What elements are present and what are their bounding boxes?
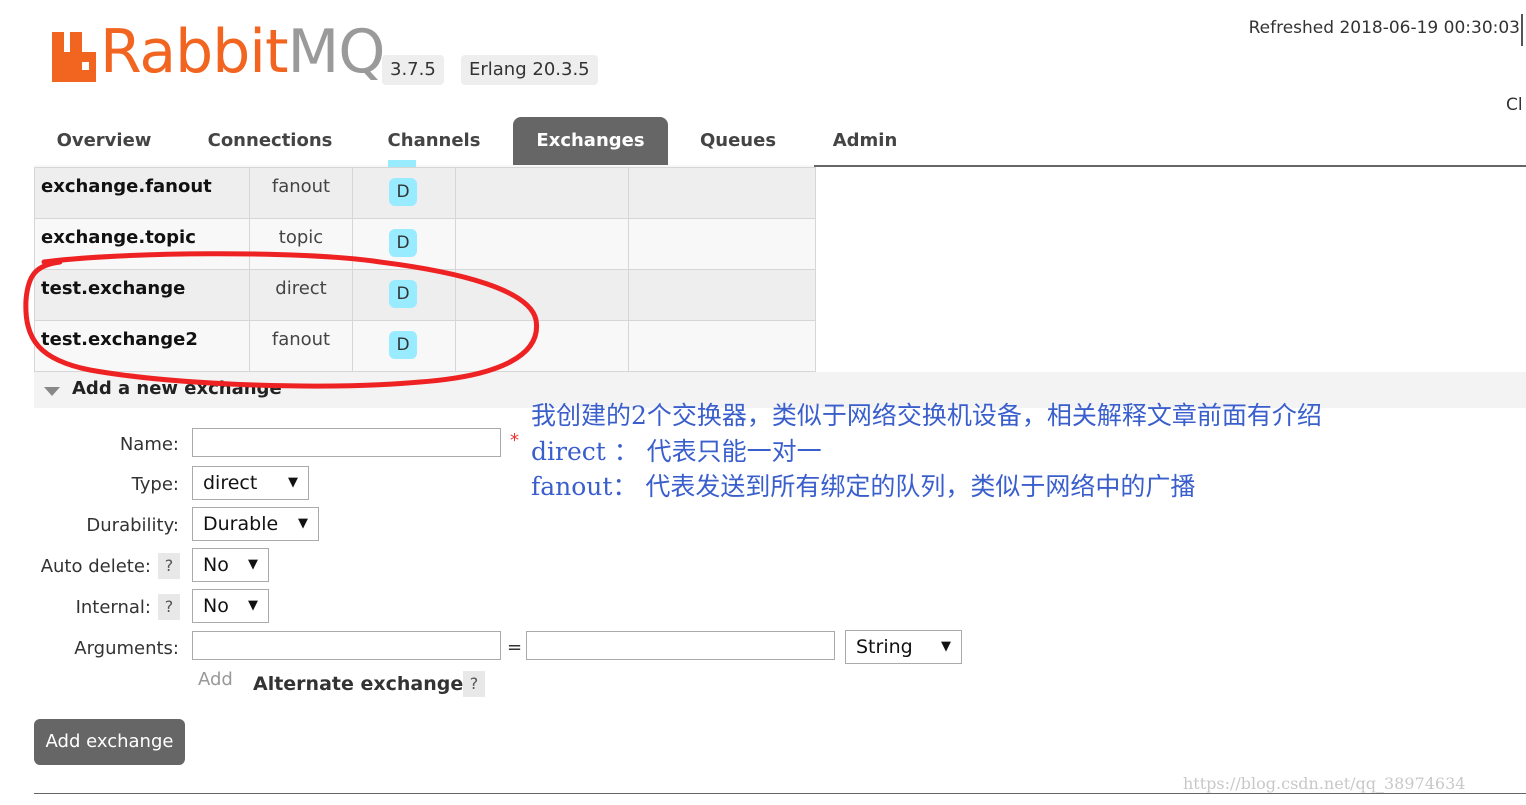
dropdown-arrow-icon: ▼ [298,516,308,531]
annotation-line-1: 我创建的2个交换器，类似于网络交换机设备，相关解释文章前面有介绍 [531,401,1322,430]
durable-feature-badge: D [389,331,417,359]
exchange-name-link[interactable]: exchange.topic [34,218,250,270]
dropdown-arrow-icon: ▼ [248,598,258,613]
auto-delete-select-value: No [203,554,229,576]
watermark-text: https://blog.csdn.net/qq_38974634 [1183,774,1466,793]
tab-exchanges[interactable]: Exchanges [513,117,668,165]
tab-channels[interactable]: Channels [370,117,498,165]
tab-admin[interactable]: Admin [818,117,912,165]
type-select[interactable]: direct ▼ [192,466,309,500]
equals-sign: = [507,637,523,658]
durability-select[interactable]: Durable ▼ [192,507,319,541]
durable-feature-badge: D [389,280,417,308]
exchange-name-input[interactable] [192,428,501,457]
argument-key-input[interactable] [192,631,501,660]
table-row: test.exchange2 fanout D [34,320,816,372]
exchange-type: fanout [249,320,353,372]
tab-overview[interactable]: Overview [34,117,174,165]
tab-connections[interactable]: Connections [194,117,346,165]
required-asterisk: * [510,430,519,451]
annotation-line-3: fanout： 代表发送到所有绑定的队列，类似于网络中的广播 [531,472,1196,501]
add-exchange-button[interactable]: Add exchange [34,719,185,765]
annotation-line-2: direct ： 代表只能一对一 [531,437,822,466]
exchange-type: topic [249,218,353,270]
exchange-type: direct [249,269,353,321]
refresh-select-edge[interactable] [1521,14,1523,46]
add-exchange-section-title[interactable]: Add a new exchange [72,378,282,399]
alternate-exchange-help-icon[interactable]: ? [463,671,485,697]
durable-feature-badge: D [389,229,417,257]
table-row: exchange.topic topic D [34,218,816,270]
dropdown-arrow-icon: ▼ [288,475,298,490]
durability-select-value: Durable [203,513,279,535]
internal-help-icon[interactable]: ? [158,594,180,620]
durable-feature-badge: D [389,178,417,206]
arguments-label: Arguments: [74,638,179,659]
internal-select-value: No [203,595,229,617]
refreshed-timestamp: Refreshed 2018-06-19 00:30:03 [1248,18,1520,38]
auto-delete-label: Auto delete: [40,556,151,577]
type-select-value: direct [203,472,258,494]
version-badge: 3.7.5 [382,55,444,85]
argument-type-select-value: String [856,636,913,658]
table-row: test.exchange direct D [34,269,816,321]
bottom-divider [34,793,1526,794]
type-label: Type: [131,474,179,495]
add-argument-link[interactable]: Add [198,669,233,690]
rabbitmq-logo-icon [52,32,96,82]
auto-delete-select[interactable]: No ▼ [192,548,269,582]
erlang-version-badge: Erlang 20.3.5 [461,55,598,85]
dropdown-arrow-icon: ▼ [248,557,258,572]
exchange-type: fanout [249,167,353,219]
auto-delete-help-icon[interactable]: ? [158,553,180,579]
exchanges-table: exchange.fanout fanout D exchange.topic … [34,167,816,372]
durability-label: Durability: [86,515,179,536]
cluster-label-cut: Cl [1506,95,1523,115]
dropdown-arrow-icon: ▼ [941,639,951,654]
tab-queues[interactable]: Queues [686,117,790,165]
internal-label: Internal: [75,597,151,618]
collapse-triangle-icon[interactable] [44,387,60,396]
table-row: exchange.fanout fanout D [34,167,816,219]
internal-select[interactable]: No ▼ [192,589,269,623]
argument-value-input[interactable] [526,631,835,660]
alternate-exchange-link[interactable]: Alternate exchange [253,673,463,695]
argument-type-select[interactable]: String ▼ [845,630,962,664]
exchange-name-link[interactable]: test.exchange2 [34,320,250,372]
main-nav-tabs: Overview Connections Channels Exchanges … [34,117,1526,167]
name-label: Name: [119,434,179,455]
exchange-name-link[interactable]: test.exchange [34,269,250,321]
logo-wordmark: RabbitMQ [100,17,386,87]
exchange-name-link[interactable]: exchange.fanout [34,167,250,219]
rabbitmq-logo[interactable]: RabbitMQ TM [52,22,401,82]
